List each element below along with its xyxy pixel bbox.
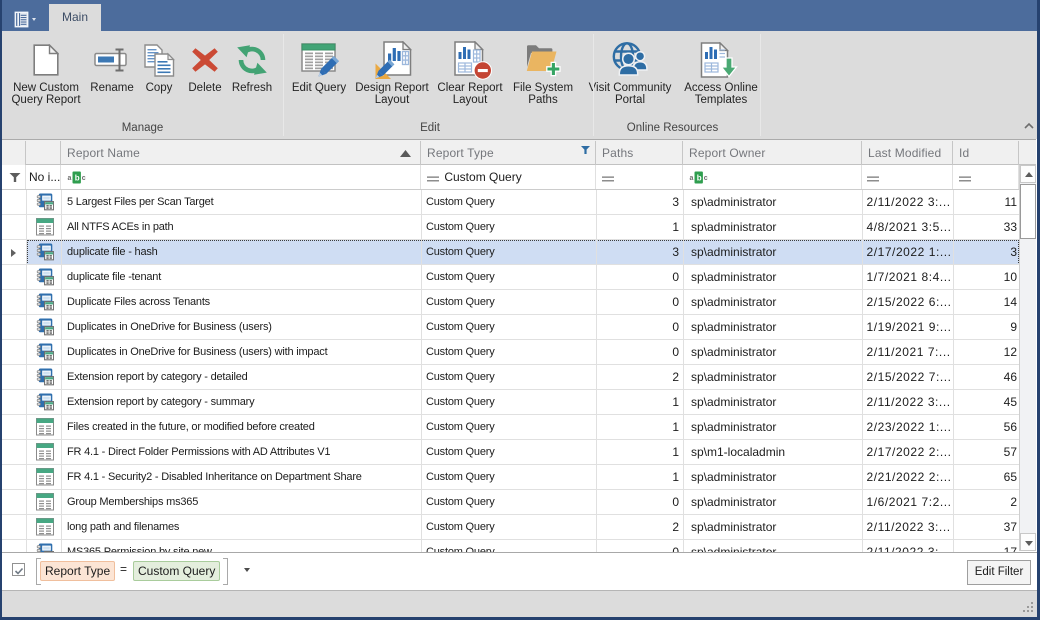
svg-text:b: b [697,173,702,182]
svg-text:c: c [82,175,86,182]
svg-text:a: a [68,175,72,182]
svg-text:c: c [704,175,708,182]
svg-text:b: b [75,173,80,182]
svg-text:a: a [690,175,694,182]
